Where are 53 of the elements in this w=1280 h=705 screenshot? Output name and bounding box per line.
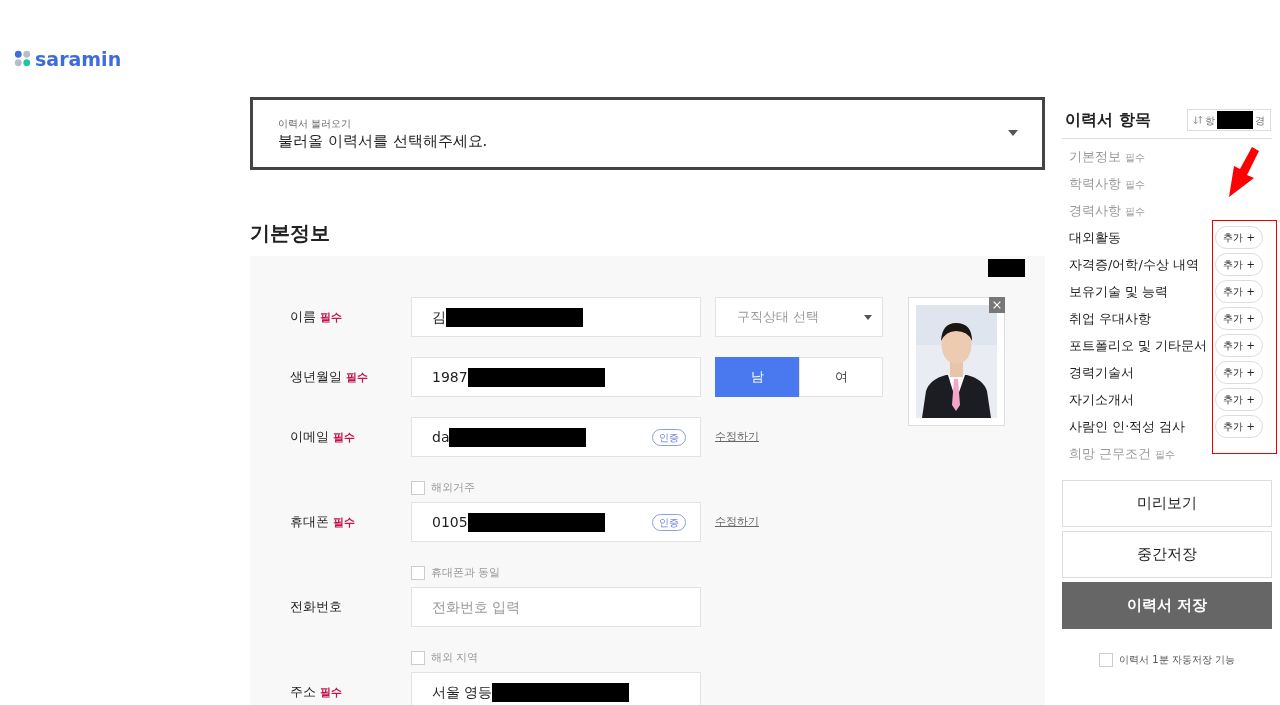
input-field[interactable]: 0105 인증 (411, 502, 701, 542)
add-button[interactable]: 추가 + (1215, 334, 1263, 357)
close-button[interactable] (989, 297, 1005, 313)
input-field[interactable]: 김 (411, 297, 701, 337)
gender-option[interactable]: 여 (799, 357, 883, 397)
checkbox[interactable] (1099, 652, 1114, 667)
section-label: 자격증/어학/수상 내역 (1069, 255, 1199, 274)
gender-option[interactable]: 남 (715, 357, 799, 397)
checkbox[interactable] (411, 651, 425, 665)
section-label: 사람인 인·적성 검사 (1069, 417, 1186, 436)
edit-link[interactable]: 수정하기 (715, 513, 759, 531)
checkbox[interactable] (411, 481, 425, 495)
checkbox-label: 해외 지역 (431, 649, 479, 666)
field-label: 주소 필수 (290, 683, 343, 702)
caret-icon (864, 314, 872, 320)
input-field[interactable]: 1987 (411, 357, 701, 397)
sort-button[interactable]: 항 경 (1187, 109, 1271, 131)
logo-icon (14, 50, 31, 67)
add-button[interactable]: 추가 + (1215, 361, 1263, 384)
section-label: 포트폴리오 및 기타문서 (1069, 336, 1208, 355)
resume-select[interactable]: 이력서 불러오기 불러올 이력서를 선택해주세요. (250, 97, 1045, 170)
caret-icon (1008, 130, 1018, 136)
section-label: 보유기술 및 능력 (1069, 282, 1169, 301)
add-button[interactable]: 추가 + (1215, 388, 1263, 411)
logo[interactable]: saramin (35, 47, 122, 70)
field-label: 휴대폰 필수 (290, 513, 356, 532)
checkbox[interactable] (411, 566, 425, 580)
section-label: 대외활동 (1069, 228, 1121, 247)
add-button[interactable]: 추가 + (1215, 253, 1263, 276)
section-label: 경력기술서 (1069, 363, 1134, 382)
section-label: 취업 우대사항 (1069, 309, 1152, 328)
sort-icon (1193, 115, 1203, 125)
checkbox-label: 이력서 1분 자동저장 기능 (1119, 653, 1235, 667)
section-title: 기본정보 (250, 220, 331, 246)
close-icon (992, 300, 1002, 310)
save-button[interactable]: 이력서 저장 (1062, 582, 1272, 629)
field-label: 생년월일 필수 (290, 368, 369, 387)
section-label: 자기소개서 (1069, 390, 1134, 409)
add-button[interactable]: 추가 + (1215, 226, 1263, 249)
input-field[interactable]: 서울 영등 (411, 672, 701, 705)
field-label: 이메일 필수 (290, 428, 356, 447)
checkbox-label: 해외거주 (431, 479, 475, 496)
checkbox-label: 휴대폰과 동일 (431, 564, 501, 581)
action-button[interactable]: 중간저장 (1062, 531, 1272, 578)
add-button[interactable]: 추가 + (1215, 307, 1263, 330)
add-button[interactable]: 추가 + (1215, 280, 1263, 303)
field-label: 이름 필수 (290, 308, 343, 327)
add-button[interactable]: 추가 + (1215, 415, 1263, 438)
input-field[interactable]: da 인증 (411, 417, 701, 457)
action-button[interactable]: 미리보기 (1062, 480, 1272, 527)
edit-link[interactable]: 수정하기 (715, 428, 759, 446)
sidebar-title: 이력서 항목 (1065, 109, 1151, 131)
field-label: 전화번호 (290, 598, 343, 617)
